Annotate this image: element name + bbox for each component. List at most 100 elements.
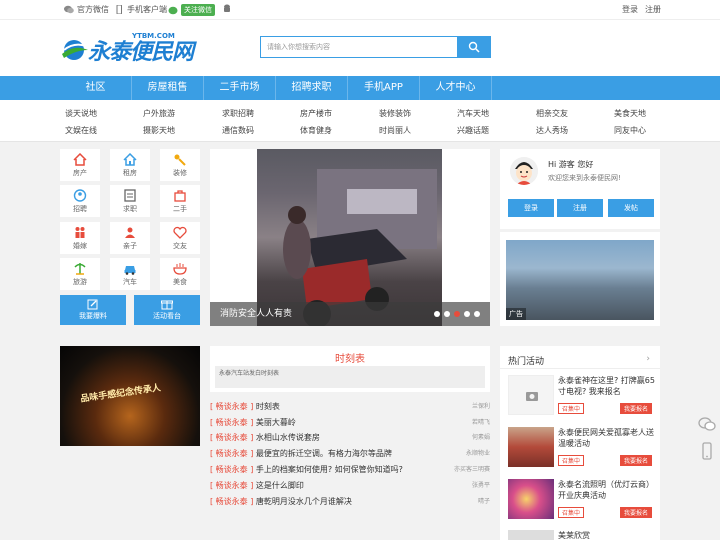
schedule-panel[interactable]: 时刻表 永泰汽车站发白时刻表 [210,346,490,392]
search-button[interactable] [457,36,491,58]
storefront-photo[interactable]: 品味手感纪念传承人 [60,346,200,446]
avatar [510,157,538,185]
subcat-link[interactable]: 户外旅游 [143,108,175,119]
login-button[interactable]: 登录 [508,199,554,217]
subcat-link[interactable]: 摄影天地 [143,125,175,136]
slider-dot[interactable] [444,311,450,317]
cat-recruit[interactable]: 招聘 [60,185,100,217]
recruit-icon [73,189,87,202]
cat-rent[interactable]: 租房 [110,149,150,181]
nav-housing[interactable]: 房屋租售 [132,76,204,100]
cat-car[interactable]: 汽车 [110,258,150,290]
hot-activities-panel: 热门活动 › 永泰雀神在这里? 打牌赢65寸电视? 我来报名 召集中 我要报名 … [500,346,660,540]
follow-weixin-link[interactable]: 关注微信 [168,4,215,16]
mobile-client-label: 手机客户端 [127,5,167,14]
image-slider[interactable]: 消防安全人人有责 [210,149,490,326]
motorbike-scene-icon [283,169,437,326]
subcat-link[interactable]: 谈天说地 [65,108,97,119]
news-title: 水相山水传说套房 [255,433,320,442]
activity-item[interactable]: 永泰雀神在这里? 打牌赢65寸电视? 我来报名 召集中 我要报名 [508,375,656,417]
cat-house[interactable]: 房产 [60,149,100,181]
report-news-button[interactable]: 我要爆料 [60,295,126,325]
cat-label: 交友 [173,242,187,250]
news-item[interactable]: [ 畅谈永泰 ] 时刻表 兰保利 [210,401,490,415]
cat-decor[interactable]: 装修 [160,149,200,181]
secondhand-icon [174,190,186,202]
subcat-link[interactable]: 求职招聘 [222,108,254,119]
wedding-icon [75,227,85,238]
nav-mobile-app[interactable]: 手机APP [348,76,420,100]
subcat-link[interactable]: 兴趣话题 [457,125,489,136]
activity-thumb [508,479,554,519]
official-weixin-link[interactable]: 官方微信 [64,4,109,15]
subcat-link[interactable]: 装修装饰 [379,108,411,119]
subcat-link[interactable]: 美食天地 [614,108,646,119]
cat-jobseek[interactable]: 求职 [110,185,150,217]
news-author: 亦买客三明赛 [453,466,490,473]
post-button[interactable]: 发帖 [608,199,654,217]
news-item[interactable]: [ 畅谈永泰 ] 这是什么脚印 张勇平 [210,480,490,494]
activity-stage-button[interactable]: 活动看台 [134,295,200,325]
side-ad[interactable]: 广告 [500,232,660,326]
slider-dot[interactable] [474,311,480,317]
chevron-right-icon[interactable]: › [646,354,650,364]
activity-item[interactable]: 永泰便民网关爱孤寡老人送温暖活动 召集中 我要报名 [508,427,656,469]
subcat-link[interactable]: 相亲交友 [536,108,568,119]
subcat-link[interactable]: 同友中心 [614,125,646,136]
slider-dot[interactable] [464,311,470,317]
activity-item[interactable]: 永泰名流照明（优灯云商）开业庆典活动 召集中 我要报名 [508,479,656,521]
activity-more-title[interactable]: 美莱欣赏 [558,530,590,540]
enroll-button[interactable]: 我要报名 [620,455,653,466]
cat-wedding[interactable]: 婚嫁 [60,222,100,254]
schedule-title: 时刻表 [335,354,365,365]
enroll-button[interactable]: 我要报名 [620,403,653,414]
news-author: 晴子 [477,498,490,505]
site-logo[interactable]: YTBM.COM 永泰便民网 [60,32,194,65]
user-avatar-icon [510,157,538,185]
cat-family[interactable]: 亲子 [110,222,150,254]
news-item[interactable]: [ 畅谈永泰 ] 最便宜的拆迁空调。有格力海尔等品牌 永顺物业 [210,448,490,462]
cat-secondhand[interactable]: 二手 [160,185,200,217]
slider-dot[interactable] [434,311,440,317]
slider-photo [257,149,442,326]
subcat-link[interactable]: 时尚丽人 [379,125,411,136]
cat-label: 亲子 [123,242,137,250]
search-input[interactable]: 请输入你想搜索内容 [260,36,458,58]
house-icon [73,153,87,166]
news-item[interactable]: [ 畅谈永泰 ] 水相山水传说套房 何素娟 [210,432,490,446]
logo-swoosh-icon [62,40,88,60]
subcat-link[interactable]: 达人秀场 [536,125,568,136]
cat-travel[interactable]: 旅游 [60,258,100,290]
subcat-link[interactable]: 文娱在线 [65,125,97,136]
subcat-link[interactable]: 房产楼市 [300,108,332,119]
news-item[interactable]: [ 畅谈永泰 ] 唐乾明月没水几个月谁解决 晴子 [210,496,490,510]
news-item[interactable]: [ 畅谈永泰 ] 手上的档案如何使用? 如何保管你知道吗? 亦买客三明赛 [210,464,490,478]
subcat-link[interactable]: 通信数码 [222,125,254,136]
cat-food[interactable]: 美食 [160,258,200,290]
activity-title: 永泰便民网关爱孤寡老人送温暖活动 [558,428,654,448]
mobile-client-link[interactable]: 手机客户端 [114,4,167,15]
register-link[interactable]: 注册 [645,4,661,15]
slider-dot-active[interactable] [454,311,460,317]
news-tag: [ 畅谈永泰 ] [210,418,254,427]
subcat-link[interactable]: 汽车天地 [457,108,489,119]
nav-community[interactable]: 社区 [60,76,132,100]
activity-title: 永泰名流照明（优灯云商）开业庆典活动 [558,480,654,500]
nav-jobs[interactable]: 招聘求职 [276,76,348,100]
register-button[interactable]: 注册 [557,199,603,217]
cat-friends[interactable]: 交友 [160,222,200,254]
news-item[interactable]: [ 畅谈永泰 ] 美丽大暮岭 若晴飞 [210,417,490,431]
weixin-icon[interactable] [698,416,716,432]
nav-secondhand[interactable]: 二手市场 [204,76,276,100]
news-tag: [ 畅谈永泰 ] [210,497,254,506]
subcat-link[interactable]: 体育健身 [300,125,332,136]
weixin-green-icon [168,6,178,14]
nav-talent-center[interactable]: 人才中心 [420,76,492,100]
android-link[interactable] [222,4,232,13]
enroll-button[interactable]: 我要报名 [620,507,653,518]
login-link[interactable]: 登录 [622,4,638,15]
phone-icon[interactable] [698,442,716,460]
food-icon [173,263,187,275]
activity-thumb [508,375,554,415]
phone-icon [116,5,122,14]
